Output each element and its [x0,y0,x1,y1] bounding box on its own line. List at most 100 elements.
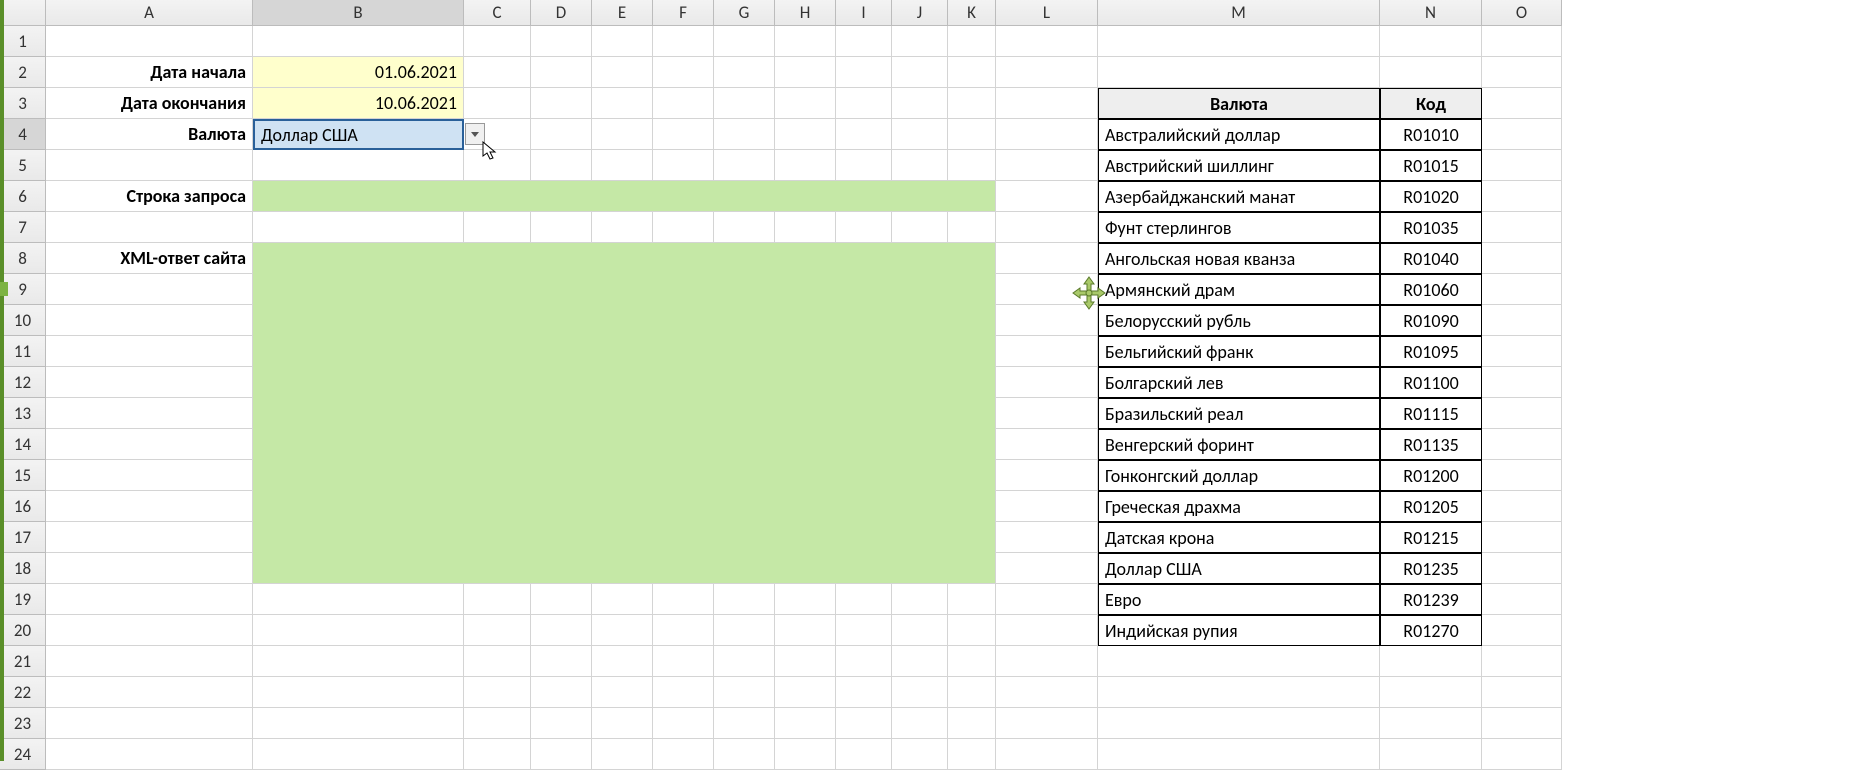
cell-E3[interactable] [592,88,653,119]
cell-G4[interactable] [714,119,775,150]
cell-E24[interactable] [592,739,653,770]
table-header-code[interactable]: Код [1380,88,1482,119]
currency-name-10[interactable]: Венгерский форинт [1098,429,1380,460]
currency-select-cell[interactable]: Доллар США [253,119,464,150]
currency-name-12[interactable]: Греческая драхма [1098,491,1380,522]
col-header-L[interactable]: L [996,0,1098,26]
cell-D3[interactable] [531,88,592,119]
currency-name-2[interactable]: Азербайджанский манат [1098,181,1380,212]
currency-name-4[interactable]: Ангольская новая кванза [1098,243,1380,274]
row-header-18[interactable]: 18 [0,553,46,584]
cell-H20[interactable] [775,615,836,646]
cell-O17[interactable] [1482,522,1562,553]
cell-B7[interactable] [253,212,464,243]
cell-E22[interactable] [592,677,653,708]
cell-E1[interactable] [592,26,653,57]
cell-O22[interactable] [1482,677,1562,708]
cell-O14[interactable] [1482,429,1562,460]
cell-J2[interactable] [892,57,948,88]
cell-B19[interactable] [253,584,464,615]
row-header-1[interactable]: 1 [0,26,46,57]
cell-H1[interactable] [775,26,836,57]
cell-H24[interactable] [775,739,836,770]
row-header-8[interactable]: 8 [0,243,46,274]
cell-L7[interactable] [996,212,1098,243]
cell-K1[interactable] [948,26,996,57]
cell-K19[interactable] [948,584,996,615]
col-header-C[interactable]: C [464,0,531,26]
cell-A21[interactable] [46,646,253,677]
col-header-F[interactable]: F [653,0,714,26]
cell-M1[interactable] [1098,26,1380,57]
cell-O4[interactable] [1482,119,1562,150]
cell-N2[interactable] [1380,57,1482,88]
cell-D19[interactable] [531,584,592,615]
dropdown-button[interactable] [465,123,485,145]
cell-G5[interactable] [714,150,775,181]
cell-L22[interactable] [996,677,1098,708]
currency-name-3[interactable]: Фунт стерлингов [1098,212,1380,243]
currency-name-6[interactable]: Белорусский рубль [1098,305,1380,336]
row-header-20[interactable]: 20 [0,615,46,646]
cell-D21[interactable] [531,646,592,677]
cell-L6[interactable] [996,181,1098,212]
currency-name-0[interactable]: Австралийский доллар [1098,119,1380,150]
cell-N23[interactable] [1380,708,1482,739]
cell-O8[interactable] [1482,243,1562,274]
cell-O9[interactable] [1482,274,1562,305]
row-header-2[interactable]: 2 [0,57,46,88]
currency-code-15[interactable]: R01239 [1380,584,1482,615]
row-header-17[interactable]: 17 [0,522,46,553]
cell-H22[interactable] [775,677,836,708]
cell-D2[interactable] [531,57,592,88]
cell-L5[interactable] [996,150,1098,181]
cell-K21[interactable] [948,646,996,677]
cell-D23[interactable] [531,708,592,739]
cell-O6[interactable] [1482,181,1562,212]
cell-A23[interactable] [46,708,253,739]
cell-B5[interactable] [253,150,464,181]
row-header-7[interactable]: 7 [0,212,46,243]
cell-E23[interactable] [592,708,653,739]
cell-A1[interactable] [46,26,253,57]
cell-F21[interactable] [653,646,714,677]
row-header-4[interactable]: 4 [0,119,46,150]
currency-code-4[interactable]: R01040 [1380,243,1482,274]
cell-B23[interactable] [253,708,464,739]
cell-O19[interactable] [1482,584,1562,615]
cell-E20[interactable] [592,615,653,646]
row-header-22[interactable]: 22 [0,677,46,708]
cell-H7[interactable] [775,212,836,243]
cell-C5[interactable] [464,150,531,181]
cell-L21[interactable] [996,646,1098,677]
cell-L1[interactable] [996,26,1098,57]
col-header-H[interactable]: H [775,0,836,26]
table-header-currency[interactable]: Валюта [1098,88,1380,119]
cell-F22[interactable] [653,677,714,708]
cell-I1[interactable] [836,26,892,57]
currency-name-13[interactable]: Датская крона [1098,522,1380,553]
cell-L19[interactable] [996,584,1098,615]
cell-N22[interactable] [1380,677,1482,708]
cell-L3[interactable] [996,88,1098,119]
cell-F24[interactable] [653,739,714,770]
select-all-corner[interactable] [0,0,46,26]
cell-A13[interactable] [46,398,253,429]
cell-K22[interactable] [948,677,996,708]
col-header-J[interactable]: J [892,0,948,26]
cell-N24[interactable] [1380,739,1482,770]
cell-A20[interactable] [46,615,253,646]
currency-code-5[interactable]: R01060 [1380,274,1482,305]
cell-L9[interactable] [996,274,1098,305]
cell-A7[interactable] [46,212,253,243]
cell-A24[interactable] [46,739,253,770]
currency-code-6[interactable]: R01090 [1380,305,1482,336]
cell-G2[interactable] [714,57,775,88]
cell-B22[interactable] [253,677,464,708]
cell-I5[interactable] [836,150,892,181]
cell-L14[interactable] [996,429,1098,460]
row-header-21[interactable]: 21 [0,646,46,677]
currency-code-16[interactable]: R01270 [1380,615,1482,646]
end-date-cell[interactable]: 10.06.2021 [253,88,464,119]
cell-F5[interactable] [653,150,714,181]
